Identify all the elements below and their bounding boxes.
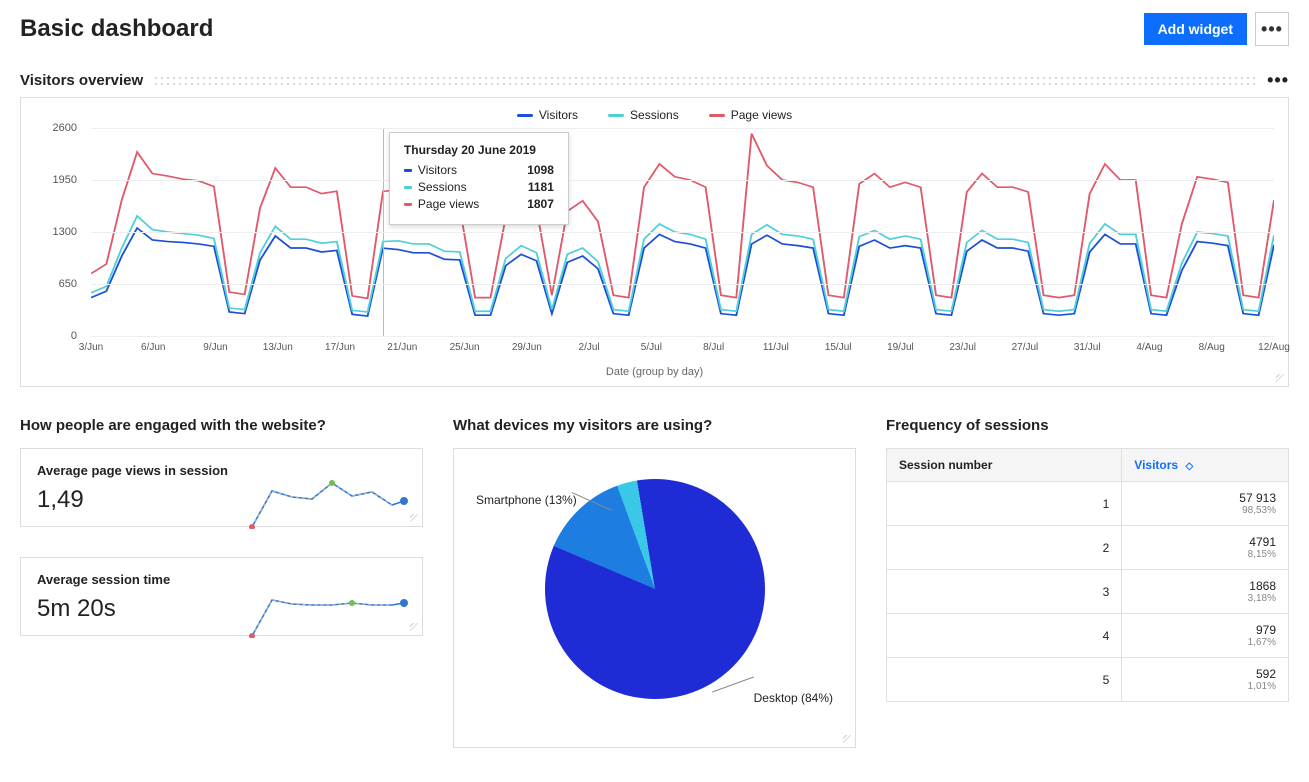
resize-handle-icon[interactable] xyxy=(410,623,420,633)
resize-handle-icon[interactable] xyxy=(843,735,853,745)
y-axis: 0650130019502600 xyxy=(21,128,81,336)
cell-session-number: 4 xyxy=(887,614,1122,658)
sort-icon: ◇ xyxy=(1185,461,1193,472)
more-horizontal-icon: ••• xyxy=(1261,19,1283,40)
chart-legend: Visitors Sessions Page views xyxy=(35,108,1274,122)
overview-widget: Visitors overview ••• Visitors Sessions … xyxy=(20,70,1289,387)
pie-label-desktop: Desktop (84%) xyxy=(754,691,833,705)
page-title: Basic dashboard xyxy=(20,15,213,43)
sparkline-chart xyxy=(248,588,408,638)
table-row[interactable]: 318683,18% xyxy=(887,570,1289,614)
table-row[interactable]: 157 91398,53% xyxy=(887,482,1289,526)
cell-session-number: 2 xyxy=(887,526,1122,570)
kpi-avg-session-time: Average session time 5m 20s xyxy=(20,557,423,636)
header-actions: Add widget ••• xyxy=(1144,12,1289,46)
kpi-label: Average page views in session xyxy=(37,463,406,478)
more-horizontal-icon: ••• xyxy=(1267,70,1289,90)
col-visitors[interactable]: Visitors ◇ xyxy=(1122,449,1289,482)
legend-sessions[interactable]: Sessions xyxy=(608,108,679,122)
legend-page-views[interactable]: Page views xyxy=(709,108,792,122)
x-axis: 3/Jun6/Jun9/Jun13/Jun17/Jun21/Jun25/Jun2… xyxy=(91,342,1274,358)
chart-tooltip: Thursday 20 June 2019 Visitors1098Sessio… xyxy=(389,132,569,225)
pie-chart[interactable] xyxy=(545,479,765,699)
engagement-column: How people are engaged with the website?… xyxy=(20,417,423,666)
table-header-row: Session number Visitors ◇ xyxy=(887,449,1289,482)
frequency-title: Frequency of sessions xyxy=(886,417,1289,434)
kpi-avg-pageviews: Average page views in session 1,49 xyxy=(20,448,423,527)
cell-visitors: 57 91398,53% xyxy=(1122,482,1289,526)
add-widget-button[interactable]: Add widget xyxy=(1144,13,1247,45)
resize-handle-icon[interactable] xyxy=(1276,374,1286,384)
overview-title: Visitors overview xyxy=(20,72,143,89)
x-axis-label: Date (group by day) xyxy=(606,366,703,378)
cell-session-number: 5 xyxy=(887,658,1122,702)
sparkline-chart xyxy=(248,479,408,529)
drag-strip[interactable] xyxy=(153,75,1257,87)
frequency-column: Frequency of sessions Session number Vis… xyxy=(886,417,1289,702)
overview-widget-header: Visitors overview ••• xyxy=(20,70,1289,91)
page-header: Basic dashboard Add widget ••• xyxy=(20,12,1289,46)
devices-pie-card: Smartphone (13%) Desktop (84%) xyxy=(453,448,856,748)
more-menu-button[interactable]: ••• xyxy=(1255,12,1289,46)
engagement-title: How people are engaged with the website? xyxy=(20,417,423,434)
table-row[interactable]: 49791,67% xyxy=(887,614,1289,658)
pie-label-smartphone: Smartphone (13%) xyxy=(476,493,577,507)
cell-visitors: 18683,18% xyxy=(1122,570,1289,614)
cell-visitors: 5921,01% xyxy=(1122,658,1289,702)
frequency-table: Session number Visitors ◇ 157 91398,53%2… xyxy=(886,448,1289,702)
table-row[interactable]: 247918,15% xyxy=(887,526,1289,570)
tooltip-title: Thursday 20 June 2019 xyxy=(404,143,554,157)
legend-visitors[interactable]: Visitors xyxy=(517,108,578,122)
cell-visitors: 9791,67% xyxy=(1122,614,1289,658)
chart-plot-area[interactable]: Thursday 20 June 2019 Visitors1098Sessio… xyxy=(91,128,1274,336)
overview-chart-card: Visitors Sessions Page views 06501300195… xyxy=(20,97,1289,387)
resize-handle-icon[interactable] xyxy=(410,514,420,524)
cell-session-number: 3 xyxy=(887,570,1122,614)
kpi-label: Average session time xyxy=(37,572,406,587)
cell-visitors: 47918,15% xyxy=(1122,526,1289,570)
cell-session-number: 1 xyxy=(887,482,1122,526)
table-row[interactable]: 55921,01% xyxy=(887,658,1289,702)
devices-column: What devices my visitors are using? Smar… xyxy=(453,417,856,748)
col-session-number[interactable]: Session number xyxy=(887,449,1122,482)
overview-more-button[interactable]: ••• xyxy=(1267,70,1289,91)
devices-title: What devices my visitors are using? xyxy=(453,417,856,434)
